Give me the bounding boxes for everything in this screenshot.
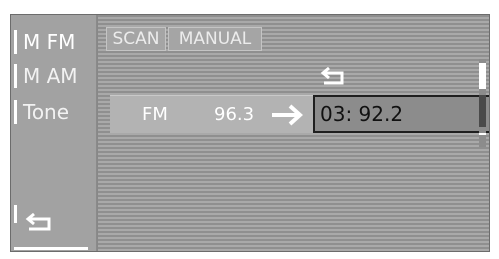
tab-manual[interactable]: MANUAL [168,27,262,51]
bracket-line [14,247,88,250]
radio-display: M FM M AM Tone SCAN MANUAL FM 96.3 03: 9… [10,14,490,252]
main-area: SCAN MANUAL FM 96.3 03: 92.2 [98,15,489,251]
tab-scan[interactable]: SCAN [106,27,166,51]
menu-item-am-label: M AM [23,64,78,88]
arrow-right-icon [270,103,304,141]
menu-marker [14,100,17,124]
menu-marker [14,64,17,88]
scrollbar[interactable] [479,59,486,147]
menu-item-tone[interactable]: Tone [11,97,97,127]
scrollbar-thumb[interactable] [479,63,486,89]
selection-marker [14,30,17,54]
back-button[interactable] [11,205,97,251]
bracket-line [14,205,17,223]
return-arrow-icon[interactable] [320,66,348,93]
current-station[interactable]: FM 96.3 [110,95,316,133]
return-arrow-icon [25,212,55,239]
menu-item-fm[interactable]: M FM [11,27,97,57]
station-band: FM [142,104,168,125]
menu-item-am[interactable]: M AM [11,61,97,91]
left-menu-panel: M FM M AM Tone [11,15,97,251]
menu-item-tone-label: Tone [23,100,70,124]
preset-selection[interactable]: 03: 92.2 [313,95,489,133]
menu-item-fm-label: M FM [23,30,76,54]
scrollbar-tick [479,133,486,135]
station-frequency: 96.3 [214,104,255,125]
scrollbar-position [479,95,486,127]
